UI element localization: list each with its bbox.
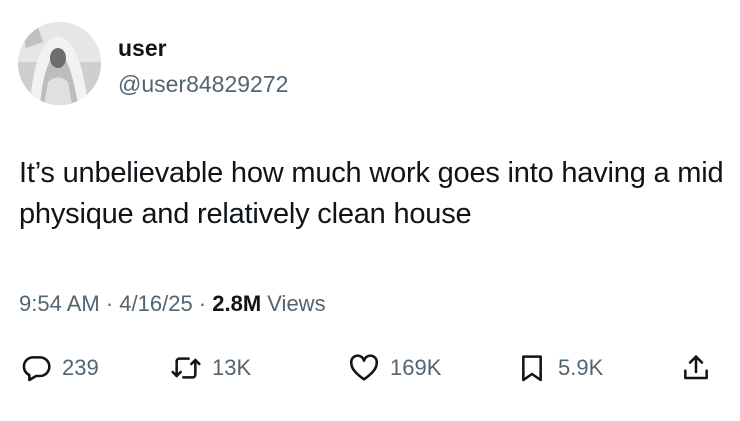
tweet-meta: 9:54 AM · 4/16/25 · 2.8M Views bbox=[19, 289, 326, 319]
tweet-time[interactable]: 9:54 AM bbox=[19, 291, 100, 316]
reply-bubble-icon bbox=[20, 352, 52, 384]
action-bar: 239 13K 169K 5.9K bbox=[0, 348, 740, 388]
repost-button[interactable]: 13K bbox=[170, 348, 251, 388]
meta-separator: · bbox=[192, 291, 213, 316]
bookmark-count: 5.9K bbox=[558, 355, 604, 380]
heart-icon bbox=[348, 352, 380, 384]
tweet-date[interactable]: 4/16/25 bbox=[119, 291, 192, 316]
avatar[interactable] bbox=[18, 22, 101, 105]
avatar-image bbox=[18, 22, 101, 105]
user-handle[interactable]: @user84829272 bbox=[118, 70, 288, 98]
tweet-text: It’s unbelievable how much work goes int… bbox=[19, 157, 724, 230]
views-count[interactable]: 2.8M bbox=[212, 291, 261, 316]
like-count: 169K bbox=[390, 355, 442, 380]
bookmark-button[interactable]: 5.9K bbox=[516, 348, 603, 388]
repost-count: 13K bbox=[212, 355, 252, 380]
meta-separator: · bbox=[99, 291, 120, 316]
reply-button[interactable]: 239 bbox=[20, 348, 99, 388]
views-label: Views bbox=[261, 291, 326, 316]
like-button[interactable]: 169K bbox=[348, 348, 441, 388]
share-button[interactable] bbox=[680, 348, 712, 388]
bookmark-icon bbox=[516, 352, 548, 384]
display-name[interactable]: user bbox=[118, 34, 167, 62]
share-upload-icon bbox=[680, 352, 712, 384]
repost-arrows-icon bbox=[170, 352, 202, 384]
reply-count: 239 bbox=[62, 355, 99, 380]
